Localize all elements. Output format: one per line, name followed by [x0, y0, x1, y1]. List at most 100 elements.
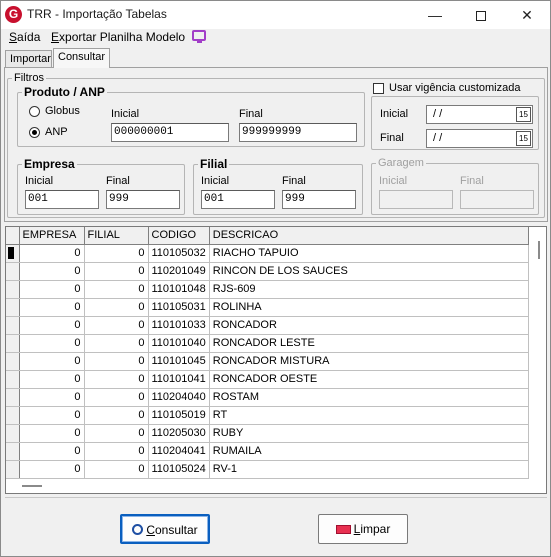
table-row[interactable]: 0 0 110101048 RJS-609	[6, 280, 529, 299]
cell-descricao[interactable]: ROLINHA	[209, 298, 529, 317]
cell-empresa[interactable]: 0	[19, 280, 85, 299]
consultar-button[interactable]: Consultar	[120, 514, 210, 544]
calendar-icon[interactable]: 15	[516, 107, 531, 122]
cell-descricao[interactable]: RONCADOR MISTURA	[209, 352, 529, 371]
cell-empresa[interactable]: 0	[19, 442, 85, 461]
cell-descricao[interactable]: RUMAILA	[209, 442, 529, 461]
cell-descricao[interactable]: ROSTAM	[209, 388, 529, 407]
row-indicator[interactable]	[6, 262, 20, 281]
cell-codigo[interactable]: 110201049	[148, 262, 210, 281]
cell-codigo[interactable]: 110205030	[148, 424, 210, 443]
tab-importar[interactable]: Importar	[5, 50, 52, 68]
table-row[interactable]: 0 0 110204041 RUMAILA	[6, 442, 529, 461]
table-row[interactable]: 0 0 110201049 RINCON DE LOS SAUCES	[6, 262, 529, 281]
garagem-inicial-input[interactable]	[379, 190, 453, 209]
cell-codigo[interactable]: 110101045	[148, 352, 210, 371]
cell-codigo[interactable]: 110101033	[148, 316, 210, 335]
cell-empresa[interactable]: 0	[19, 298, 85, 317]
limpar-button[interactable]: Limpar	[318, 514, 408, 544]
cell-codigo[interactable]: 110105019	[148, 406, 210, 425]
row-indicator[interactable]	[6, 352, 20, 371]
table-row[interactable]: 0 0 110105032 RIACHO TAPUIO	[6, 244, 529, 263]
cell-filial[interactable]: 0	[84, 406, 149, 425]
cell-codigo[interactable]: 110105024	[148, 460, 210, 479]
cell-codigo[interactable]: 110105032	[148, 244, 210, 263]
table-row[interactable]: 0 0 110101040 RONCADOR LESTE	[6, 334, 529, 353]
cell-codigo[interactable]: 110105031	[148, 298, 210, 317]
cell-filial[interactable]: 0	[84, 388, 149, 407]
tab-consultar[interactable]: Consultar	[53, 48, 110, 68]
row-indicator[interactable]	[6, 316, 20, 335]
close-button[interactable]: ✕	[504, 1, 550, 29]
table-row[interactable]: 0 0 110101033 RONCADOR	[6, 316, 529, 335]
row-indicator[interactable]	[6, 388, 20, 407]
grid-horizontal-scrollbar[interactable]	[6, 479, 546, 493]
cell-descricao[interactable]: RINCON DE LOS SAUCES	[209, 262, 529, 281]
produto-inicial-input[interactable]: 000000001	[111, 123, 229, 142]
table-row[interactable]: 0 0 110105031 ROLINHA	[6, 298, 529, 317]
cell-empresa[interactable]: 0	[19, 424, 85, 443]
calendar-icon[interactable]: 15	[516, 131, 531, 146]
column-header-codigo[interactable]: CODIGO	[148, 227, 210, 245]
filial-inicial-input[interactable]: 001	[201, 190, 275, 209]
grid-vertical-scrollbar[interactable]	[532, 227, 546, 477]
vertical-scroll-thumb[interactable]	[538, 241, 540, 259]
row-indicator[interactable]	[6, 424, 20, 443]
table-row[interactable]: 0 0 110105024 RV-1	[6, 460, 529, 479]
minimize-button[interactable]: —	[412, 1, 458, 29]
row-indicator[interactable]	[6, 280, 20, 299]
row-indicator[interactable]	[6, 370, 20, 389]
menu-saida[interactable]: Saída	[9, 29, 40, 45]
cell-descricao[interactable]: RIACHO TAPUIO	[209, 244, 529, 263]
garagem-final-input[interactable]	[460, 190, 534, 209]
cell-empresa[interactable]: 0	[19, 334, 85, 353]
cell-descricao[interactable]: RJS-609	[209, 280, 529, 299]
cell-empresa[interactable]: 0	[19, 406, 85, 425]
cell-filial[interactable]: 0	[84, 334, 149, 353]
cell-descricao[interactable]: RONCADOR LESTE	[209, 334, 529, 353]
cell-filial[interactable]: 0	[84, 298, 149, 317]
maximize-button[interactable]	[458, 1, 504, 29]
cell-codigo[interactable]: 110101048	[148, 280, 210, 299]
cell-filial[interactable]: 0	[84, 280, 149, 299]
cell-filial[interactable]: 0	[84, 370, 149, 389]
cell-descricao[interactable]: RV-1	[209, 460, 529, 479]
row-indicator[interactable]	[6, 460, 20, 479]
vigencia-checkbox[interactable]	[373, 83, 384, 94]
column-header-filial[interactable]: FILIAL	[84, 227, 149, 245]
cell-descricao[interactable]: RUBY	[209, 424, 529, 443]
table-row[interactable]: 0 0 110105019 RT	[6, 406, 529, 425]
table-row[interactable]: 0 0 110204040 ROSTAM	[6, 388, 529, 407]
results-grid[interactable]: EMPRESA FILIAL CODIGO DESCRICAO 0 0 110105…	[5, 226, 547, 494]
cell-empresa[interactable]: 0	[19, 316, 85, 335]
cell-empresa[interactable]: 0	[19, 262, 85, 281]
row-indicator[interactable]	[6, 244, 20, 263]
column-header-empresa[interactable]: EMPRESA	[19, 227, 85, 245]
empresa-inicial-input[interactable]: 001	[25, 190, 99, 209]
cell-filial[interactable]: 0	[84, 352, 149, 371]
row-indicator[interactable]	[6, 334, 20, 353]
empresa-final-input[interactable]: 999	[106, 190, 180, 209]
monitor-icon[interactable]	[192, 30, 206, 43]
cell-codigo[interactable]: 110101040	[148, 334, 210, 353]
produto-final-input[interactable]: 999999999	[239, 123, 357, 142]
cell-filial[interactable]: 0	[84, 262, 149, 281]
row-indicator[interactable]	[6, 406, 20, 425]
cell-empresa[interactable]: 0	[19, 244, 85, 263]
cell-filial[interactable]: 0	[84, 244, 149, 263]
column-header-descricao[interactable]: DESCRICAO	[209, 227, 529, 245]
cell-empresa[interactable]: 0	[19, 370, 85, 389]
cell-codigo[interactable]: 110101041	[148, 370, 210, 389]
horizontal-scroll-thumb[interactable]	[22, 485, 42, 487]
table-row[interactable]: 0 0 110205030 RUBY	[6, 424, 529, 443]
cell-codigo[interactable]: 110204040	[148, 388, 210, 407]
radio-globus[interactable]	[29, 106, 40, 117]
cell-empresa[interactable]: 0	[19, 460, 85, 479]
menu-exportar-planilha[interactable]: Exportar Planilha Modelo	[51, 29, 185, 45]
table-row[interactable]: 0 0 110101045 RONCADOR MISTURA	[6, 352, 529, 371]
vigencia-final-input[interactable]: / / 15	[426, 129, 533, 148]
cell-empresa[interactable]: 0	[19, 388, 85, 407]
radio-anp[interactable]	[29, 127, 40, 138]
cell-descricao[interactable]: RT	[209, 406, 529, 425]
filial-final-input[interactable]: 999	[282, 190, 356, 209]
